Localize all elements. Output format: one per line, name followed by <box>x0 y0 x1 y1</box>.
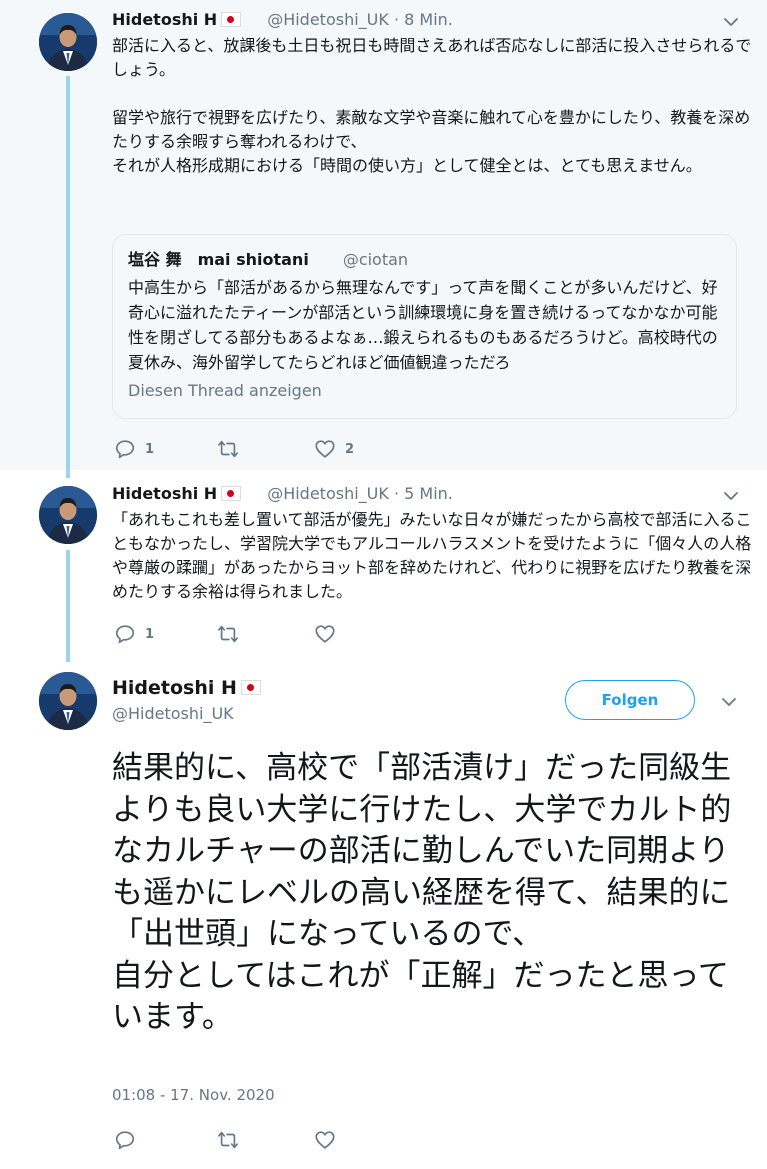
like-button[interactable] <box>314 1128 336 1152</box>
tweet-text: 「あれもこれも差し置いて部活が優先」みたいな日々が嫌だったから高校で部活に入るこ… <box>112 510 752 601</box>
tweet-meta: @Hidetoshi_UK · 5 Min. <box>267 484 453 503</box>
chevron-down-icon[interactable] <box>721 486 741 506</box>
reply-count: 1 <box>145 626 155 642</box>
reply-button[interactable]: 1 <box>114 437 154 461</box>
quoted-tweet[interactable]: 塩谷 舞 mai shiotani @ciotan 中高生から「部活があるから無理… <box>112 234 737 419</box>
tweet-1[interactable]: Hidetoshi H @Hidetoshi_UK · 8 Min. 部活に入ると… <box>0 0 767 470</box>
avatar[interactable] <box>39 486 97 544</box>
thread-line <box>66 470 70 478</box>
author-handle[interactable]: @Hidetoshi_UK <box>267 10 389 29</box>
retweet-button[interactable] <box>216 622 240 646</box>
chevron-down-icon[interactable] <box>721 12 741 32</box>
retweet-button[interactable] <box>216 1128 240 1152</box>
follow-button[interactable]: Folgen <box>565 680 695 720</box>
tweet-header: Hidetoshi H @Hidetoshi_UK · 5 Min. <box>112 484 453 504</box>
like-button[interactable] <box>314 622 336 646</box>
quoted-author-handle: @ciotan <box>342 250 409 269</box>
tweet-text: 部活に入ると、放課後も土日も祝日も時間さえあれば否応なしに部活に投入させられるで… <box>112 36 752 175</box>
reply-icon <box>115 625 135 644</box>
quoted-header: 塩谷 舞 mai shiotani @ciotan <box>128 250 408 270</box>
author-name[interactable]: Hidetoshi H <box>112 677 237 699</box>
reply-button[interactable] <box>114 1128 136 1152</box>
tweet-text: 結果的に、高校で「部活漬け」だった同級生よりも良い大学に行けたし、大学でカルト的… <box>112 750 732 1035</box>
reply-icon <box>115 1131 135 1150</box>
like-count: 2 <box>345 441 355 457</box>
thread-line <box>66 76 70 470</box>
tweet-meta: @Hidetoshi_UK · 8 Min. <box>267 10 453 29</box>
heart-icon <box>315 440 335 458</box>
action-bar <box>112 1128 412 1152</box>
reply-icon <box>115 440 135 459</box>
thread-line <box>66 550 70 662</box>
reply-button[interactable]: 1 <box>114 622 154 646</box>
tweet-time[interactable]: 5 Min. <box>404 484 453 503</box>
retweet-icon <box>218 1131 238 1149</box>
avatar[interactable] <box>39 672 97 730</box>
avatar[interactable] <box>39 13 97 71</box>
retweet-icon <box>218 625 238 643</box>
retweet-icon <box>218 440 238 458</box>
like-button[interactable]: 2 <box>314 437 354 461</box>
action-bar: 1 2 <box>112 437 412 461</box>
tweet-timestamp[interactable]: 01:08 - 17. Nov. 2020 <box>112 1086 275 1104</box>
retweet-button[interactable] <box>216 437 240 461</box>
chevron-down-icon[interactable] <box>719 692 739 712</box>
action-bar: 1 <box>112 622 412 646</box>
tweet-header: Hidetoshi H @Hidetoshi_UK · 8 Min. <box>112 10 453 30</box>
author-name[interactable]: Hidetoshi H <box>112 10 217 29</box>
author-name[interactable]: Hidetoshi H <box>112 484 217 503</box>
quoted-author-name: 塩谷 舞 mai shiotani <box>128 250 309 269</box>
author-handle[interactable]: @Hidetoshi_UK <box>267 484 389 503</box>
author-handle[interactable]: @Hidetoshi_UK <box>112 704 234 723</box>
tweet-2[interactable]: Hidetoshi H @Hidetoshi_UK · 5 Min. 「あれもこれ… <box>0 470 767 662</box>
japan-flag-icon <box>221 11 242 27</box>
author-name-row: Hidetoshi H <box>112 676 261 700</box>
tweet-time[interactable]: 8 Min. <box>404 10 453 29</box>
show-thread-link[interactable]: Diesen Thread anzeigen <box>128 381 322 400</box>
reply-count: 1 <box>145 441 155 457</box>
tweet-3-focused[interactable]: Hidetoshi H @Hidetoshi_UK Folgen 結果的に、高校… <box>0 662 767 1169</box>
heart-icon <box>315 1131 335 1149</box>
quoted-text: 中高生から「部活があるから無理なんです」って声を聞くことが多いんだけど、好奇心に… <box>128 278 718 372</box>
japan-flag-icon <box>221 485 242 501</box>
heart-icon <box>315 625 335 643</box>
japan-flag-icon <box>240 679 261 695</box>
